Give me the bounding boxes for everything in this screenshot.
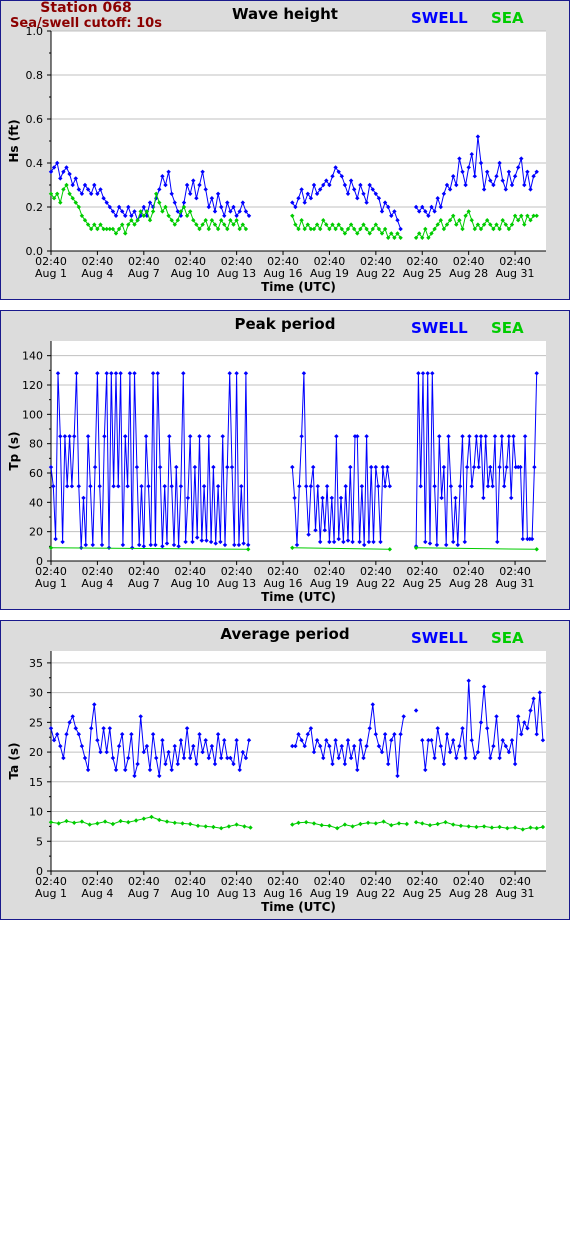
x-tick-date-label: Aug 10 (171, 577, 210, 590)
legend-swell: SWELL (411, 629, 468, 647)
y-tick-label: 20 (29, 746, 43, 759)
chart-title: Wave height (232, 5, 338, 23)
y-axis-label: Ta (s) (7, 742, 21, 779)
legend-swell: SWELL (411, 9, 468, 27)
y-tick-label: 120 (22, 379, 43, 392)
y-tick-label: 5 (36, 835, 43, 848)
x-tick-date-label: Aug 22 (356, 577, 395, 590)
x-tick-date-label: Aug 13 (217, 577, 256, 590)
y-tick-label: 10 (29, 806, 43, 819)
x-tick-date-label: Aug 28 (449, 267, 488, 280)
x-tick-date-label: Aug 13 (217, 887, 256, 900)
x-tick-date-label: Aug 25 (403, 887, 442, 900)
legend-sea: SEA (491, 9, 524, 27)
x-tick-date-label: Aug 31 (496, 267, 535, 280)
peak-period-chart: 02040608010012014002:40Aug 102:40Aug 402… (7, 341, 546, 604)
y-tick-label: 140 (22, 350, 43, 363)
x-tick-date-label: Aug 25 (403, 267, 442, 280)
x-axis-label: Time (UTC) (261, 590, 336, 604)
y-axis-label: Hs (ft) (7, 119, 21, 162)
x-axis-label: Time (UTC) (261, 900, 336, 914)
y-axis-label: Tp (s) (7, 431, 21, 470)
x-tick-date-label: Aug 31 (496, 887, 535, 900)
y-tick-label: 40 (29, 496, 43, 509)
x-tick-date-label: Aug 22 (356, 267, 395, 280)
y-tick-label: 0.2 (26, 201, 44, 214)
x-tick-date-label: Aug 16 (264, 577, 303, 590)
x-tick-date-label: Aug 28 (449, 887, 488, 900)
x-tick-date-label: Aug 7 (128, 577, 160, 590)
legend-swell: SWELL (411, 319, 468, 337)
y-tick-label: 20 (29, 526, 43, 539)
legend-sea: SEA (491, 319, 524, 337)
y-tick-label: 0.4 (26, 157, 44, 170)
x-tick-date-label: Aug 7 (128, 887, 160, 900)
peak-period-panel: 0 20 40 60 80 100 120 140 02:40 Aug 1 02:40 Aug 4 02… (0, 310, 570, 610)
x-tick-date-label: Aug 25 (403, 577, 442, 590)
x-tick-date-label: Aug 13 (217, 267, 256, 280)
x-tick-date-label: Aug 10 (171, 887, 210, 900)
y-tick-label: 0.8 (26, 69, 44, 82)
x-tick-date-label: Aug 4 (81, 887, 113, 900)
y-tick-label: 60 (29, 467, 43, 480)
wave-height-chart: 0.00.20.40.60.81.002:40Aug 102:40Aug 402… (7, 25, 546, 294)
y-tick-label: 35 (29, 657, 43, 670)
chart-title: Peak period (234, 315, 336, 333)
plot-area (51, 31, 546, 251)
x-tick-date-label: Aug 22 (356, 887, 395, 900)
x-tick-date-label: Aug 1 (35, 887, 67, 900)
x-tick-date-label: Aug 19 (310, 887, 349, 900)
x-tick-date-label: Aug 7 (128, 267, 160, 280)
y-tick-label: 100 (22, 408, 43, 421)
x-tick-date-label: Aug 28 (449, 577, 488, 590)
chart-title: Average period (220, 625, 350, 643)
x-tick-date-label: Aug 19 (310, 267, 349, 280)
x-tick-date-label: Aug 31 (496, 577, 535, 590)
average-period-chart: 0510152025303502:40Aug 102:40Aug 402:40A… (7, 651, 546, 914)
y-tick-label: 15 (29, 776, 43, 789)
x-tick-date-label: Aug 4 (81, 577, 113, 590)
y-tick-label: 30 (29, 687, 43, 700)
wave-height-panel: 0.0 0.2 0.4 0.6 0.8 1.0 02:40 Aug 1 02:40 Aug 4 02… (0, 0, 570, 300)
x-tick-date-label: Aug 16 (264, 267, 303, 280)
y-tick-label: 25 (29, 716, 43, 729)
plot-area (51, 651, 546, 871)
average-period-panel: 0 5 10 15 20 25 30 35 02:40 Aug 1 02:40 Aug 4 02:40 A… (0, 620, 570, 920)
y-tick-label: 0.6 (26, 113, 44, 126)
x-tick-date-label: Aug 4 (81, 267, 113, 280)
x-tick-date-label: Aug 1 (35, 577, 67, 590)
x-tick-date-label: Aug 1 (35, 267, 67, 280)
y-tick-label: 80 (29, 438, 43, 451)
x-axis-label: Time (UTC) (261, 280, 336, 294)
x-tick-date-label: Aug 19 (310, 577, 349, 590)
x-tick-date-label: Aug 10 (171, 267, 210, 280)
legend-sea: SEA (491, 629, 524, 647)
x-tick-date-label: Aug 16 (264, 887, 303, 900)
